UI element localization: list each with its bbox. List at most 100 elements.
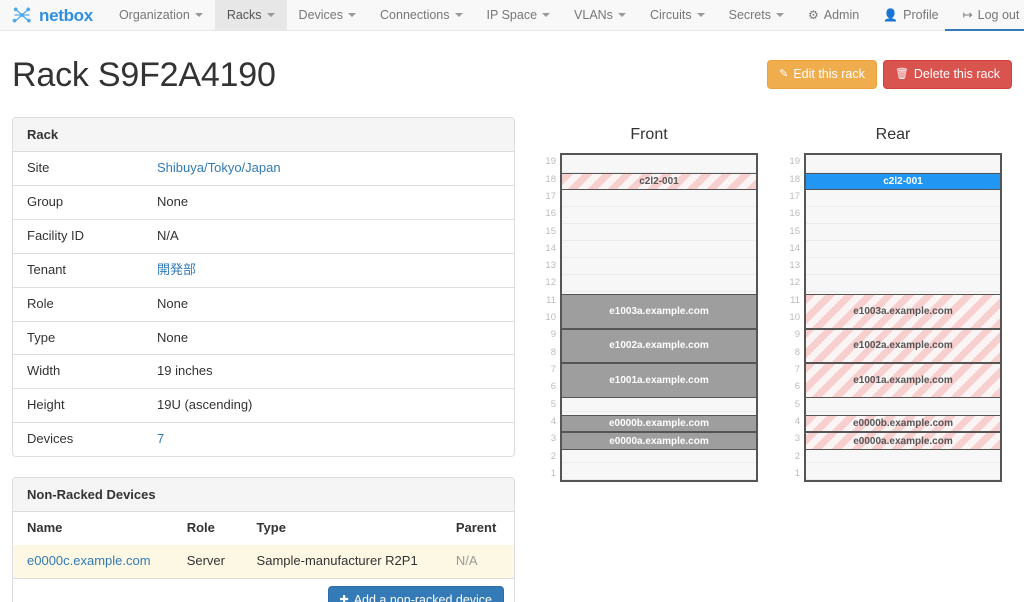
delete-rack-label: Delete this rack bbox=[913, 67, 1000, 81]
device-name-link[interactable]: e0000c.example.com bbox=[27, 553, 151, 568]
rack-device-front-e1002a-example-com[interactable]: e1002a.example.com bbox=[562, 328, 756, 364]
rack-device-rear-e1002a-example-com[interactable]: e1002a.example.com bbox=[806, 328, 1000, 364]
unit-number-front-3: 3 bbox=[550, 433, 556, 445]
rack-unit-slot-front-15[interactable] bbox=[562, 223, 756, 241]
nav-item-racks[interactable]: Racks bbox=[214, 0, 287, 30]
rack-device-rear-e0000a-example-com[interactable]: e0000a.example.com bbox=[806, 432, 1000, 450]
table-header-row: Name Role Type Parent bbox=[13, 512, 514, 545]
rack-unit-slot-rear-13[interactable] bbox=[806, 258, 1000, 276]
chevron-down-icon bbox=[617, 13, 626, 17]
chevron-down-icon bbox=[776, 13, 784, 17]
unit-number-rear-11: 11 bbox=[790, 294, 800, 306]
unit-number-front-12: 12 bbox=[545, 277, 556, 289]
edit-rack-button[interactable]: ✎ Edit this rack bbox=[767, 60, 877, 89]
nav-label-circuits: Circuits bbox=[649, 8, 692, 22]
rack-device-front-e1003a-example-com[interactable]: e1003a.example.com bbox=[562, 293, 756, 329]
nav-label-profile: Profile bbox=[903, 8, 939, 22]
rack-elevation-rear: Rear 19 18 17 16 15 14 13 12 11 10 9 8 7 6 5 4 3 2 1 c2l2-… bbox=[784, 127, 1002, 483]
rack-unit-slot-front-16[interactable] bbox=[562, 206, 756, 224]
unit-number-front-18: 18 bbox=[545, 173, 556, 185]
row-key-role: Role bbox=[13, 286, 143, 322]
rack-device-rear-c2l2-001[interactable]: c2l2-001 bbox=[806, 172, 1000, 191]
primary-nav: Organization Racks Devices Connections I… bbox=[107, 0, 796, 30]
unit-number-rear-9: 9 bbox=[794, 329, 800, 341]
table-row: Devices 7 bbox=[13, 422, 514, 456]
chevron-down-icon bbox=[348, 13, 357, 17]
rack-unit-slot-rear-17[interactable] bbox=[806, 189, 1000, 207]
unit-number-front-15: 15 bbox=[545, 225, 556, 237]
row-key-facility-id: Facility ID bbox=[13, 219, 143, 254]
rack-device-front-e0000a-example-com[interactable]: e0000a.example.com bbox=[562, 432, 756, 450]
nav-label-ip-space: IP Space bbox=[486, 8, 538, 22]
rack-elevation-front: Front 19 18 17 16 15 14 13 12 11 10 9 8 7 6 5 4 3 2 1 c2l2… bbox=[540, 127, 758, 483]
netbox-brand-link[interactable]: netbox bbox=[0, 0, 107, 30]
row-value-height: 19U (ascending) bbox=[143, 388, 514, 423]
rack-unit-slot-rear-1[interactable] bbox=[806, 463, 1000, 481]
unit-number-rear-2: 2 bbox=[794, 450, 800, 462]
rack-device-front-c2l2-001[interactable]: c2l2-001 bbox=[562, 172, 756, 191]
rack-info-panel: Rack Site Shibuya/Tokyo/Japan Group None bbox=[12, 117, 515, 457]
rack-device-front-e1001a-example-com[interactable]: e1001a.example.com bbox=[562, 363, 756, 398]
table-row: Role None bbox=[13, 286, 514, 322]
rack-unit-slot-front-17[interactable] bbox=[562, 189, 756, 207]
row-value-site: Shibuya/Tokyo/Japan bbox=[143, 152, 514, 185]
rack-unit-slot-rear-16[interactable] bbox=[806, 206, 1000, 224]
column-header-role: Role bbox=[186, 519, 215, 535]
secondary-nav: ⚙ Admin 👤 Profile ↦ Log out bbox=[796, 0, 1024, 30]
table-row: e0000c.example.com Server Sample-manufac… bbox=[13, 544, 514, 578]
rack-elevations: Front 19 18 17 16 15 14 13 12 11 10 9 8 7 6 5 4 3 2 1 c2l2… bbox=[540, 117, 1012, 483]
nav-item-ip-space[interactable]: IP Space bbox=[475, 0, 563, 30]
row-key-devices: Devices bbox=[13, 422, 143, 456]
page-action-buttons: ✎ Edit this rack 🗑 Delete this rack bbox=[767, 60, 1012, 89]
rack-device-rear-e1003a-example-com[interactable]: e1003a.example.com bbox=[806, 293, 1000, 329]
rack-unit-slot-front-19[interactable] bbox=[562, 155, 756, 173]
nav-item-vlans[interactable]: VLANs bbox=[562, 0, 638, 30]
rack-unit-slot-rear-19[interactable] bbox=[806, 155, 1000, 173]
devices-count-link[interactable]: 7 bbox=[157, 431, 164, 446]
rack-unit-slot-rear-15[interactable] bbox=[806, 223, 1000, 241]
unit-number-rear-3: 3 bbox=[794, 433, 800, 445]
nav-item-profile[interactable]: 👤 Profile bbox=[871, 0, 950, 30]
nav-item-devices[interactable]: Devices bbox=[287, 0, 368, 30]
page-container: ✎ Edit this rack 🗑 Delete this rack Rack… bbox=[0, 31, 1024, 602]
unit-number-rear-1: 1 bbox=[794, 467, 800, 479]
nav-label-connections: Connections bbox=[380, 8, 450, 22]
site-link[interactable]: Shibuya/Tokyo/Japan bbox=[157, 160, 281, 175]
rack-device-rear-e1001a-example-com[interactable]: e1001a.example.com bbox=[806, 363, 1000, 398]
rack-frame-rear: c2l2-001 e1003a.example.com e1002a.example… bbox=[804, 153, 1002, 483]
unit-number-rear-6: 6 bbox=[794, 381, 800, 393]
row-key-width: Width bbox=[13, 354, 143, 389]
add-non-racked-device-label: Add a non-racked device bbox=[353, 592, 492, 602]
rack-unit-slot-rear-14[interactable] bbox=[806, 240, 1000, 259]
nav-item-secrets[interactable]: Secrets bbox=[717, 0, 796, 30]
row-value-group: None bbox=[143, 185, 514, 220]
rack-device-rear-e0000b-example-com[interactable]: e0000b.example.com bbox=[806, 415, 1000, 433]
cell-device-role: Server bbox=[172, 544, 243, 578]
nav-label-secrets: Secrets bbox=[728, 8, 771, 22]
nav-item-organization[interactable]: Organization bbox=[107, 0, 215, 30]
row-key-tenant: Tenant bbox=[13, 252, 143, 288]
rack-device-front-e0000b-example-com[interactable]: e0000b.example.com bbox=[562, 415, 756, 433]
nav-item-logout[interactable]: ↦ Log out bbox=[951, 0, 1024, 30]
add-non-racked-device-button[interactable]: ✚ Add a non-racked device bbox=[327, 585, 504, 602]
rack-unit-slot-front-1[interactable] bbox=[562, 463, 756, 481]
unit-number-front-1: 1 bbox=[550, 467, 556, 479]
rack-unit-slot-rear-12[interactable] bbox=[806, 275, 1000, 293]
rack-unit-slot-front-13[interactable] bbox=[562, 258, 756, 276]
rack-unit-slot-front-12[interactable] bbox=[562, 275, 756, 293]
nav-item-connections[interactable]: Connections bbox=[368, 0, 475, 30]
unit-number-front-14: 14 bbox=[545, 242, 556, 254]
rack-wrap-rear: 19 18 17 16 15 14 13 12 11 10 9 8 7 6 5 4 3 2 1 c2l2-001 e1… bbox=[784, 153, 1002, 483]
cell-device-type: Sample-manufacturer R2P1 bbox=[242, 544, 442, 578]
unit-number-front-10: 10 bbox=[545, 312, 556, 324]
delete-rack-button[interactable]: 🗑 Delete this rack bbox=[882, 60, 1012, 89]
table-row: Type None bbox=[13, 320, 514, 355]
nav-label-organization: Organization bbox=[118, 8, 190, 22]
rack-unit-slot-front-14[interactable] bbox=[562, 240, 756, 259]
edit-rack-label: Edit this rack bbox=[793, 67, 865, 81]
nav-item-circuits[interactable]: Circuits bbox=[638, 0, 717, 30]
tenant-link[interactable]: 開発部 bbox=[157, 262, 196, 277]
nav-item-admin[interactable]: ⚙ Admin bbox=[796, 0, 871, 30]
unit-number-front-9: 9 bbox=[550, 329, 556, 341]
non-racked-devices-panel: Non-Racked Devices Name Role Type Parent bbox=[12, 476, 515, 602]
